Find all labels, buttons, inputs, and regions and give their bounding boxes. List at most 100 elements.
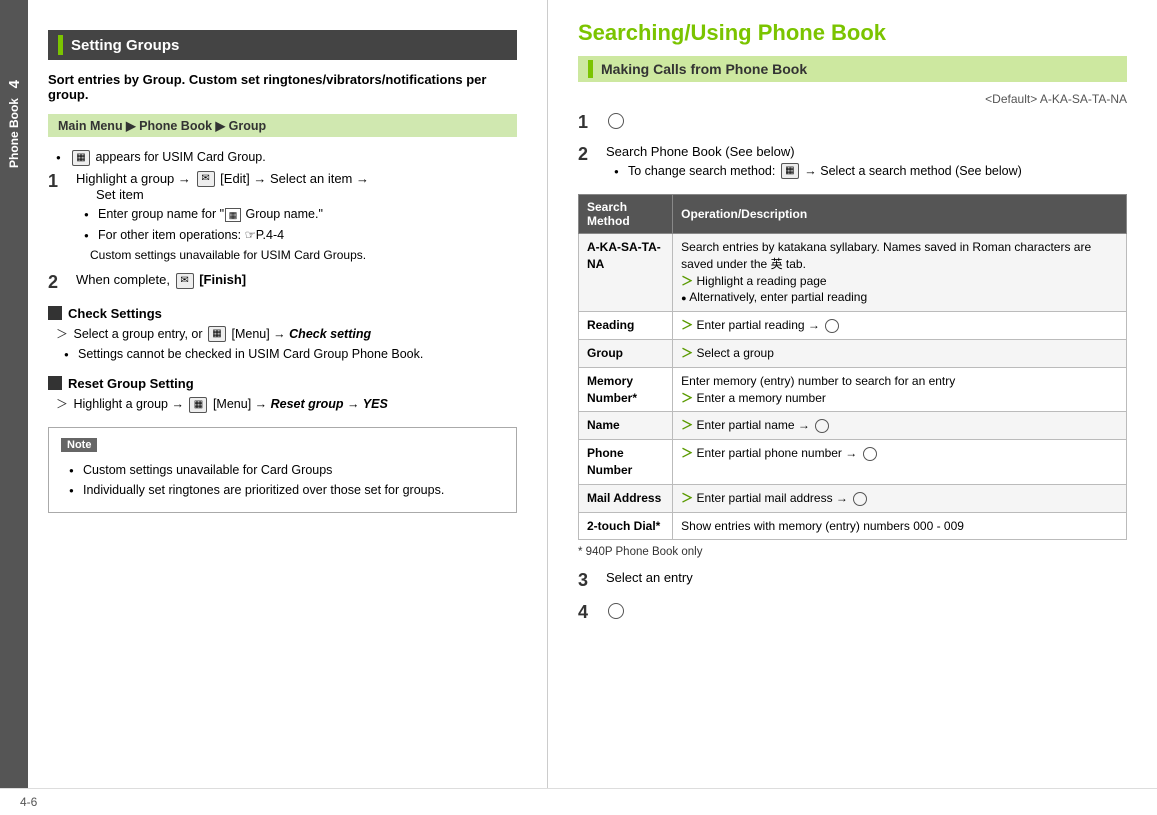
step-1-bullet-1: Enter group name for "▦ Group name." — [84, 206, 517, 224]
step-1-continued: Set item — [96, 187, 144, 202]
right-step-1-content — [606, 112, 1127, 129]
page-footer: 4-6 — [0, 788, 1157, 815]
right-step-4: 4 — [578, 602, 1127, 624]
right-step-2: 2 Search Phone Book (See below) To chang… — [578, 144, 1127, 185]
desc-2touch: Show entries with memory (entry) numbers… — [673, 512, 1127, 540]
method-phone: PhoneNumber — [579, 440, 673, 485]
step-1-bullet-2: For other item operations: ☞P.4-4 — [84, 227, 517, 245]
footnote: * 940P Phone Book only — [578, 546, 1127, 558]
check-setting-italic: Check setting — [289, 327, 371, 341]
step-2-number: 2 — [48, 272, 70, 294]
note-bullet-2: Individually set ringtones are prioritiz… — [69, 482, 504, 500]
table-row: Group ＞ Select a group — [579, 340, 1127, 368]
desc-memory: Enter memory (entry) number to search fo… — [673, 367, 1127, 412]
green-bar-icon — [58, 35, 63, 55]
black-bar-icon-2 — [48, 376, 62, 390]
step-1-content: Highlight a group → ✉ [Edit] → Select an… — [76, 171, 517, 263]
check-settings-bullets: Settings cannot be checked in USIM Card … — [64, 346, 517, 364]
desc-group: ＞ Select a group — [673, 340, 1127, 368]
reading-icon — [825, 319, 839, 333]
right-step-2-content: Search Phone Book (See below) To change … — [606, 144, 1127, 185]
right-step-4-number: 4 — [578, 602, 600, 624]
table-row: PhoneNumber ＞ Enter partial phone number… — [579, 440, 1127, 485]
step2-bullets: To change search method: ▦ → Select a se… — [614, 163, 1127, 181]
main-title: Searching/Using Phone Book — [578, 20, 1127, 46]
left-panel: Setting Groups Sort entries by Group. Cu… — [28, 0, 548, 788]
usim-note-item: ▦ appears for USIM Card Group. — [56, 149, 517, 167]
step-1-sub: Custom settings unavailable for USIM Car… — [90, 248, 517, 262]
step-2: 2 When complete, ✉ [Finish] — [48, 272, 517, 294]
section-title: Setting Groups — [71, 37, 179, 54]
right-step-2-number: 2 — [578, 144, 600, 166]
right-step-3-content: Select an entry — [606, 570, 1127, 585]
method-group: Group — [579, 340, 673, 368]
step2-bullet: To change search method: ▦ → Select a se… — [614, 163, 1127, 181]
edit-icon: ✉ — [197, 171, 215, 187]
step-1-text: [Edit] → Select an item → — [220, 171, 369, 186]
step2-label: Search Phone Book (See below) — [606, 144, 795, 159]
method-2touch: 2-touch Dial* — [579, 512, 673, 540]
table-header-method: Search Method — [579, 195, 673, 234]
note-label: Note — [61, 438, 97, 452]
note-box: Note Custom settings unavailable for Car… — [48, 427, 517, 513]
phone-num-icon — [863, 447, 877, 461]
side-tab-number: 4 — [6, 80, 23, 88]
method-mail: Mail Address — [579, 484, 673, 512]
method-reading: Reading — [579, 312, 673, 340]
desc-reading: ＞ Enter partial reading → — [673, 312, 1127, 340]
section-heading: Setting Groups — [48, 30, 517, 60]
sub-section-heading: Making Calls from Phone Book — [578, 56, 1127, 82]
menu-icon-2: ▦ — [189, 397, 207, 413]
right-panel: Searching/Using Phone Book Making Calls … — [548, 0, 1157, 788]
default-label: <Default> A-KA-SA-TA-NA — [578, 92, 1127, 106]
check-settings-heading: Check Settings — [48, 306, 517, 321]
black-bar-icon — [48, 306, 62, 320]
right-step-3: 3 Select an entry — [578, 570, 1127, 592]
desc-akasatana: Search entries by katakana syllabary. Na… — [673, 234, 1127, 312]
breadcrumb: Main Menu ▶ Phone Book ▶ Group — [48, 114, 517, 137]
desc-mail: ＞ Enter partial mail address → — [673, 484, 1127, 512]
page-number: 4-6 — [20, 795, 37, 809]
table-row: MemoryNumber* Enter memory (entry) numbe… — [579, 367, 1127, 412]
step3-label: Select an entry — [606, 570, 693, 585]
step-1-bullets: Enter group name for "▦ Group name." For… — [84, 206, 517, 244]
step4-circle-icon — [608, 603, 624, 619]
intro-text: Sort entries by Group. Custom set ringto… — [48, 72, 517, 102]
right-step-1-number: 1 — [578, 112, 600, 134]
method-memory: MemoryNumber* — [579, 367, 673, 412]
right-step-1: 1 — [578, 112, 1127, 134]
side-tab-label: Phone Book — [7, 98, 21, 168]
step-2-content: When complete, ✉ [Finish] — [76, 272, 517, 289]
finish-icon: ✉ — [176, 273, 194, 289]
green-bar-icon-2 — [588, 60, 593, 78]
check-settings-bullet: Settings cannot be checked in USIM Card … — [64, 346, 517, 364]
step-1-highlight: Highlight a group → — [76, 171, 191, 186]
table-row: Reading ＞ Enter partial reading → — [579, 312, 1127, 340]
mail-icon — [853, 492, 867, 506]
step-1-number: 1 — [48, 171, 70, 193]
search-table: Search Method Operation/Description A-KA… — [578, 194, 1127, 540]
usim-note-list: ▦ appears for USIM Card Group. — [56, 149, 517, 167]
note-bullet-1: Custom settings unavailable for Card Gro… — [69, 462, 504, 480]
desc-name: ＞ Enter partial name → — [673, 412, 1127, 440]
name-icon — [815, 419, 829, 433]
step-1: 1 Highlight a group → ✉ [Edit] → Select … — [48, 171, 517, 263]
phone-icon: ▦ — [781, 163, 799, 179]
chevron-icon-1: ＞ — [56, 327, 68, 341]
table-header-operation: Operation/Description — [673, 195, 1127, 234]
chevron-icon-2: ＞ — [56, 397, 68, 411]
table-row: A-KA-SA-TA-NA Search entries by katakana… — [579, 234, 1127, 312]
sub-title: Making Calls from Phone Book — [601, 61, 807, 77]
reset-body: ＞ Highlight a group → ▦ [Menu] → Reset g… — [56, 395, 517, 413]
right-step-3-number: 3 — [578, 570, 600, 592]
side-tab: 4 Phone Book — [0, 0, 28, 788]
table-row: 2-touch Dial* Show entries with memory (… — [579, 512, 1127, 540]
step-2-finish: [Finish] — [199, 272, 246, 287]
method-akasatana: A-KA-SA-TA-NA — [579, 234, 673, 312]
check-settings-body: ＞ Select a group entry, or ▦ [Menu] → Ch… — [56, 325, 517, 364]
method-name: Name — [579, 412, 673, 440]
desc-phone: ＞ Enter partial phone number → — [673, 440, 1127, 485]
step-2-text: When complete, — [76, 272, 170, 287]
table-row: Name ＞ Enter partial name → — [579, 412, 1127, 440]
reset-italic: Reset group → YES — [271, 397, 388, 411]
